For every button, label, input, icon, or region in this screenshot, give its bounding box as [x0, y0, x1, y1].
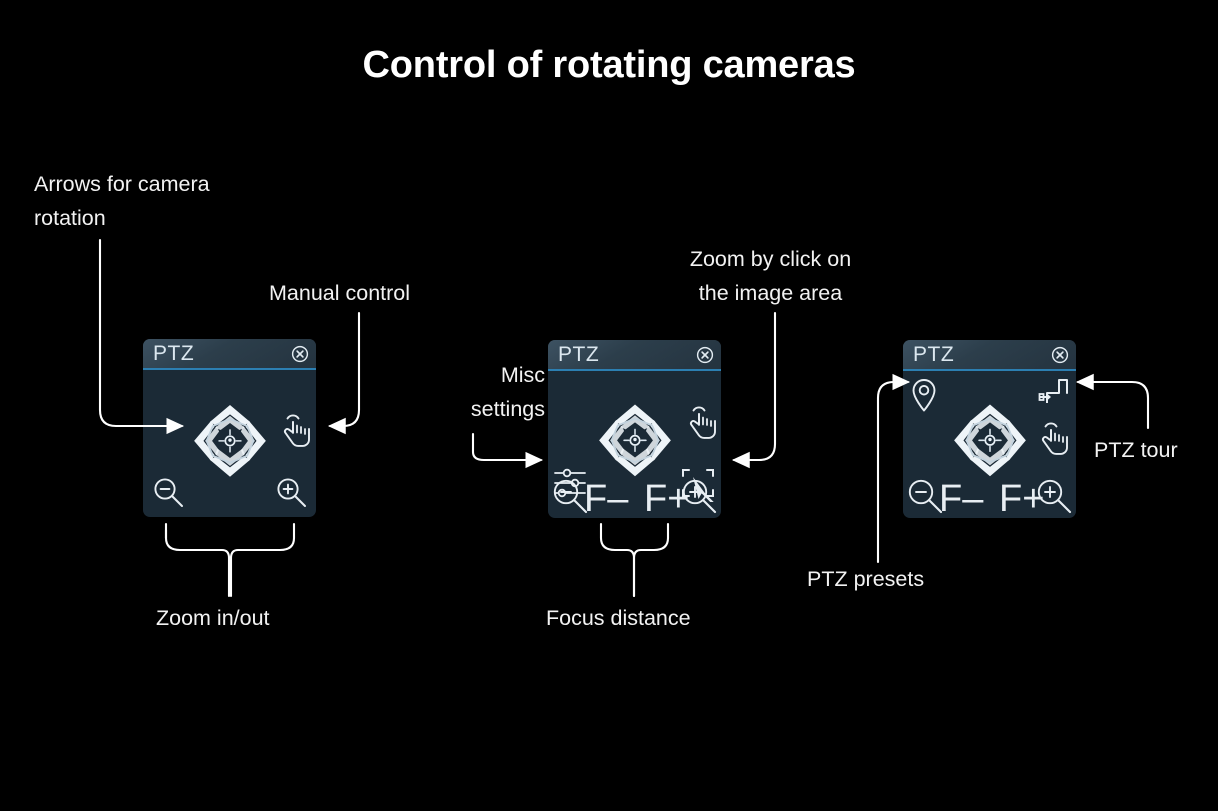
connector-manual [327, 311, 361, 435]
close-circle-icon[interactable] [291, 345, 309, 363]
ptz-panel-body: F– F+ [548, 371, 721, 518]
page-title: Control of rotating cameras [362, 44, 856, 86]
zoom-in-icon[interactable] [679, 476, 719, 516]
ptz-panel-title: PTZ [153, 342, 195, 365]
hand-pointer-icon[interactable] [684, 402, 718, 442]
annotation-ptz-tour: PTZ tour [1094, 438, 1178, 462]
ptz-panel-focus[interactable]: PTZ F– F+ [548, 340, 721, 518]
ptz-panel-body [143, 370, 316, 517]
annotation-ptz-presets: PTZ presets [807, 567, 925, 591]
close-circle-icon[interactable] [1051, 346, 1069, 364]
ptz-panel-title: PTZ [913, 343, 955, 366]
ptz-panel-presets[interactable]: PTZ F– F+ [903, 340, 1076, 518]
focus-near-label[interactable]: F– [584, 480, 628, 518]
annotation-zoom-by-click: Zoom by click on the image area [689, 247, 852, 305]
ptz-panel-header: PTZ [903, 340, 1076, 371]
diagram-canvas: Control of rotating cameras PTZ PTZ F– F… [0, 0, 1218, 811]
connector-tour [1075, 373, 1150, 430]
connector-focus-right-brace [632, 522, 670, 598]
annotation-zoom-in-out: Zoom in/out [156, 606, 270, 630]
ptz-joystick-icon[interactable] [596, 401, 674, 479]
ptz-panel-header: PTZ [548, 340, 721, 371]
hand-pointer-icon[interactable] [1036, 418, 1070, 458]
ptz-panel-header: PTZ [143, 339, 316, 370]
annotation-manual-control: Manual control [269, 281, 411, 305]
annotation-arrows-for-camera-rotation: Arrows for camera rotation [34, 172, 210, 230]
connector-zoom-right-brace [229, 522, 296, 598]
ptz-panel-title: PTZ [558, 343, 600, 366]
close-circle-icon[interactable] [696, 346, 714, 364]
ptz-joystick-icon[interactable] [191, 401, 269, 479]
connector-zoom-left-brace [164, 522, 231, 598]
ptz-tour-icon[interactable] [1038, 377, 1070, 409]
ptz-joystick-icon[interactable] [951, 401, 1029, 479]
zoom-in-icon[interactable] [1034, 476, 1074, 516]
connector-misc [471, 432, 544, 469]
annotation-misc-settings: Misc settings [470, 363, 545, 421]
connector-zoomclick [731, 311, 777, 469]
hand-pointer-icon[interactable] [278, 410, 312, 450]
zoom-in-icon[interactable] [274, 475, 308, 509]
zoom-out-icon[interactable] [151, 475, 185, 509]
map-pin-icon[interactable] [909, 377, 939, 415]
connector-focus-left-brace [599, 522, 636, 598]
focus-near-label[interactable]: F– [939, 480, 983, 518]
annotation-focus-distance: Focus distance [546, 606, 691, 630]
ptz-panel-basic[interactable]: PTZ [143, 339, 316, 517]
ptz-panel-body: F– F+ [903, 371, 1076, 518]
